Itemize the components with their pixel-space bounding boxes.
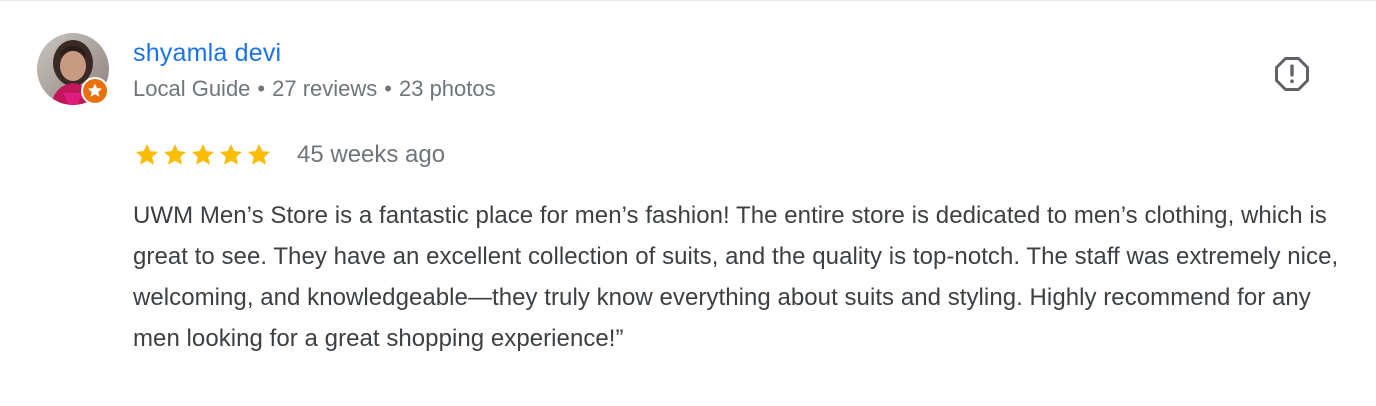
avatar[interactable] [37, 33, 109, 105]
report-flag-icon [1275, 57, 1309, 91]
star-icon [163, 143, 187, 165]
star-icon [219, 143, 243, 165]
local-guide-badge [81, 77, 109, 105]
star-icon [191, 143, 215, 165]
reviewer-name-link[interactable]: shyamla devi [133, 36, 281, 70]
review-date: 45 weeks ago [297, 141, 446, 168]
photo-count: 23 photos [398, 76, 496, 101]
star-icon [135, 143, 159, 165]
meta-separator: • [257, 76, 266, 101]
local-guide-label: Local Guide [133, 76, 251, 101]
star-icon [247, 143, 271, 165]
meta-separator: • [384, 76, 392, 101]
report-review-button[interactable] [1272, 54, 1312, 94]
review-count: 27 reviews [272, 76, 378, 101]
stars [134, 142, 272, 168]
top-divider [0, 0, 1376, 1]
review-text: UWM Men’s Store is a fantastic place for… [133, 202, 1339, 352]
local-guide-star-icon [88, 83, 102, 97]
star-rating [134, 141, 272, 169]
reviewer-meta: Local Guide • 27 reviews • 23 photos [133, 74, 496, 104]
